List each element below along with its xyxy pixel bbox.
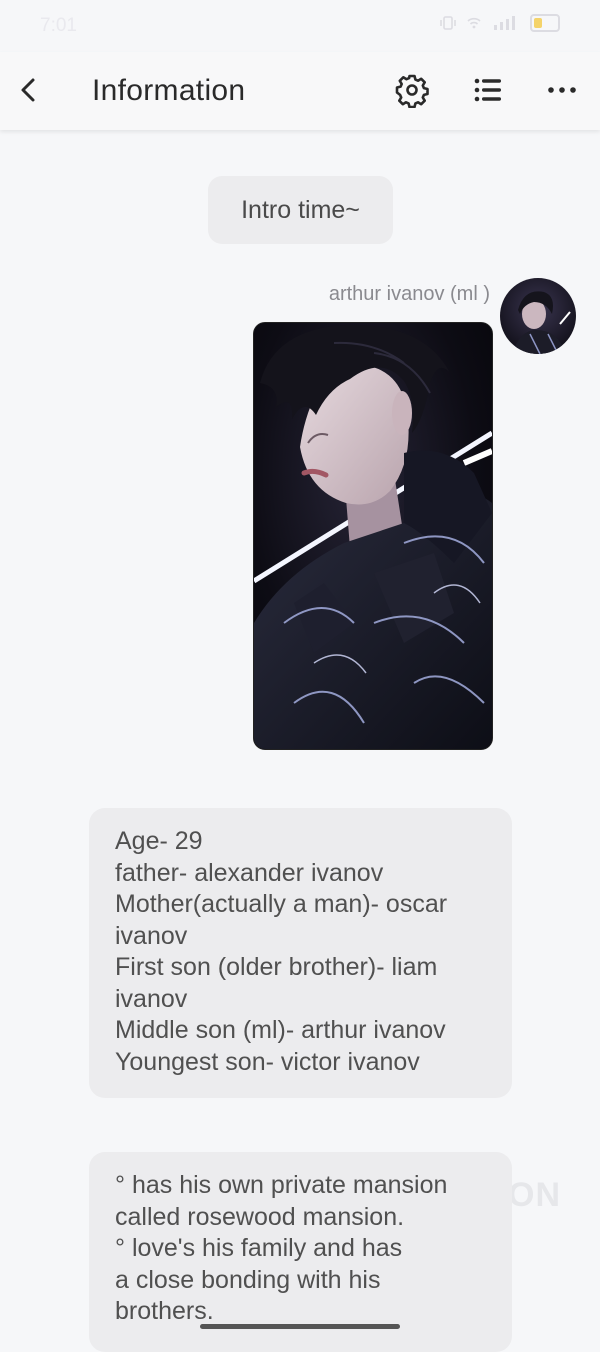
vibrate-icon <box>440 16 456 30</box>
page-title: Information <box>92 74 246 107</box>
character-info-bubble[interactable]: Age- 29 father- alexander ivanov Mother(… <box>89 808 512 1098</box>
info-line: ivanov <box>115 921 188 950</box>
intro-message-bubble[interactable]: Intro time~ <box>208 176 393 244</box>
list-icon[interactable] <box>470 72 506 108</box>
trait-line: ° has his own private mansion <box>115 1171 448 1199</box>
wifi-icon <box>467 17 481 29</box>
trait-line: called rosewood mansion. <box>115 1202 405 1231</box>
signal-icon <box>494 16 515 30</box>
watermark: ON <box>508 1176 561 1214</box>
status-bar: 7:01 <box>0 0 600 52</box>
character-traits-bubble[interactable]: ° has his own private mansion called ros… <box>89 1152 512 1352</box>
character-photo[interactable] <box>253 322 493 750</box>
info-line: Middle son (ml)- arthur ivanov <box>115 1016 446 1044</box>
info-line: ivanov <box>115 984 188 1013</box>
trait-line: ° love's his family and has <box>115 1234 403 1262</box>
status-icons <box>440 14 560 32</box>
back-arrow-icon[interactable] <box>14 74 46 106</box>
info-line: Age- 29 <box>115 827 203 855</box>
home-indicator[interactable] <box>200 1324 400 1329</box>
sender-name: arthur ivanov (ml ) <box>328 283 490 305</box>
more-options-icon[interactable] <box>544 72 580 108</box>
status-time: 7:01 <box>40 15 77 36</box>
app-bar: Information <box>0 52 600 130</box>
info-line: First son (older brother)- liam <box>115 953 438 981</box>
info-line: Youngest son- victor ivanov <box>115 1047 420 1076</box>
battery-icon <box>530 14 560 32</box>
gear-icon[interactable] <box>394 72 430 108</box>
info-line: Mother(actually a man)- oscar <box>115 890 448 918</box>
trait-line: brothers. <box>115 1297 214 1325</box>
trait-line: a close bonding with his <box>115 1265 381 1294</box>
avatar[interactable] <box>500 278 576 354</box>
info-line: father- alexander ivanov <box>115 858 384 887</box>
